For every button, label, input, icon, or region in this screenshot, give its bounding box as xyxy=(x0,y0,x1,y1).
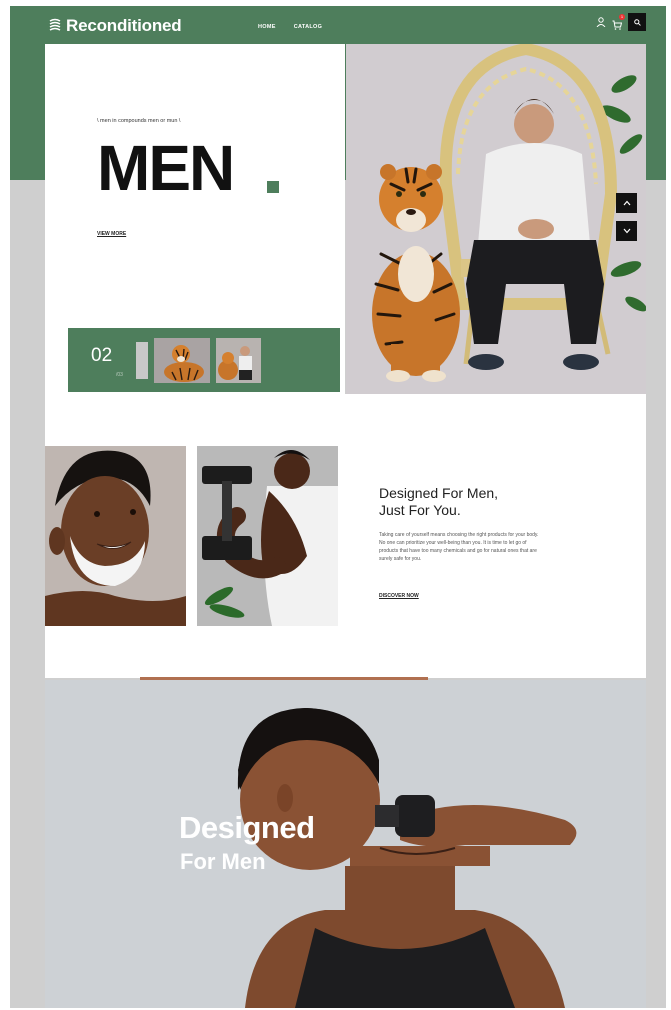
slide-number: 02 xyxy=(91,345,113,366)
feature-title-line2: Just For You. xyxy=(379,502,461,518)
hero-accent-square xyxy=(267,181,279,193)
search-button[interactable] xyxy=(628,13,646,31)
hero-title: MEN xyxy=(97,132,235,204)
feature-body: Taking care of yourself means choosing t… xyxy=(379,532,539,562)
main-nav: HOME CATALOG xyxy=(258,24,322,30)
nav-home[interactable]: HOME xyxy=(258,24,276,30)
tiger-thumbnail-image xyxy=(154,338,210,383)
slide-total: /03 xyxy=(116,372,123,378)
feature-image-shaving xyxy=(45,446,186,626)
slide-prev-button[interactable] xyxy=(616,193,637,213)
cart-button[interactable]: 1 xyxy=(612,14,625,30)
cart-count-badge: 1 xyxy=(619,14,625,20)
feature-title-line1: Designed For Men, xyxy=(379,485,499,501)
banner-title-line2: For Men xyxy=(180,849,266,874)
feature-image-dumbbell xyxy=(197,446,338,626)
search-icon xyxy=(633,18,641,26)
dumbbell-man-image xyxy=(197,446,338,626)
cart-icon xyxy=(612,20,623,30)
banner xyxy=(45,680,646,1008)
feature-title: Designed For Men, Just For You. xyxy=(379,485,539,519)
leaf-logo-icon xyxy=(49,18,61,31)
view-more-link[interactable]: VIEW MORE xyxy=(97,231,126,237)
chevron-up-icon xyxy=(623,200,630,206)
shaving-man-image xyxy=(45,446,186,626)
slide-indicator xyxy=(136,342,148,379)
discover-now-link[interactable]: DISCOVER NOW xyxy=(379,593,419,599)
chevron-down-icon xyxy=(623,228,630,234)
man-tiger-thumbnail-image xyxy=(216,338,261,383)
slide-thumbnail-tiger[interactable] xyxy=(154,338,210,383)
logo[interactable]: Reconditioned xyxy=(48,14,182,38)
user-icon[interactable] xyxy=(596,17,606,27)
nav-catalog[interactable]: CATALOG xyxy=(294,24,322,30)
page: Reconditioned HOME CATALOG 1 \ men in co… xyxy=(0,0,671,1010)
hero-image xyxy=(346,44,646,394)
banner-title-line1: Designed xyxy=(179,810,315,845)
banner-man-dumbbell-image xyxy=(45,680,646,1008)
hero-man-tiger-image xyxy=(346,44,646,394)
hero-tagline: \ men in compounds men or mun \ xyxy=(97,118,181,124)
slide-thumbnail-man-tiger[interactable] xyxy=(216,338,261,383)
slide-next-button[interactable] xyxy=(616,221,637,241)
header-actions: 1 xyxy=(596,13,646,31)
logo-text: Reconditioned xyxy=(66,16,182,35)
